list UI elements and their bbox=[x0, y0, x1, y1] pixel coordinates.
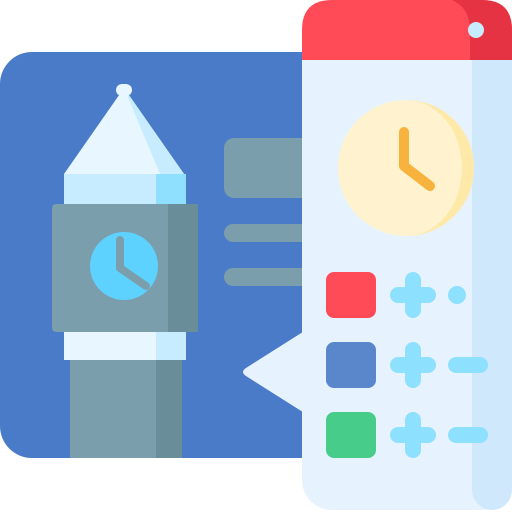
illustration-stage bbox=[0, 0, 512, 512]
legend-swatch-green bbox=[326, 412, 376, 458]
dash-icon bbox=[448, 357, 488, 373]
tower-spire-tip bbox=[116, 84, 132, 96]
tower-shaft-shade bbox=[156, 360, 182, 458]
dot-icon bbox=[448, 286, 466, 304]
panel-header-dot bbox=[468, 22, 484, 38]
dash-icon bbox=[448, 427, 488, 443]
tower-spire-band-shade bbox=[156, 174, 186, 204]
clock-icon bbox=[338, 100, 474, 236]
legend-swatch-blue bbox=[326, 342, 376, 388]
big-ben-time-zone-icon bbox=[0, 0, 512, 510]
legend-swatch-red bbox=[326, 272, 376, 318]
tower-lower-band-shade bbox=[156, 332, 186, 360]
tower-clock-block-shade bbox=[168, 204, 198, 332]
